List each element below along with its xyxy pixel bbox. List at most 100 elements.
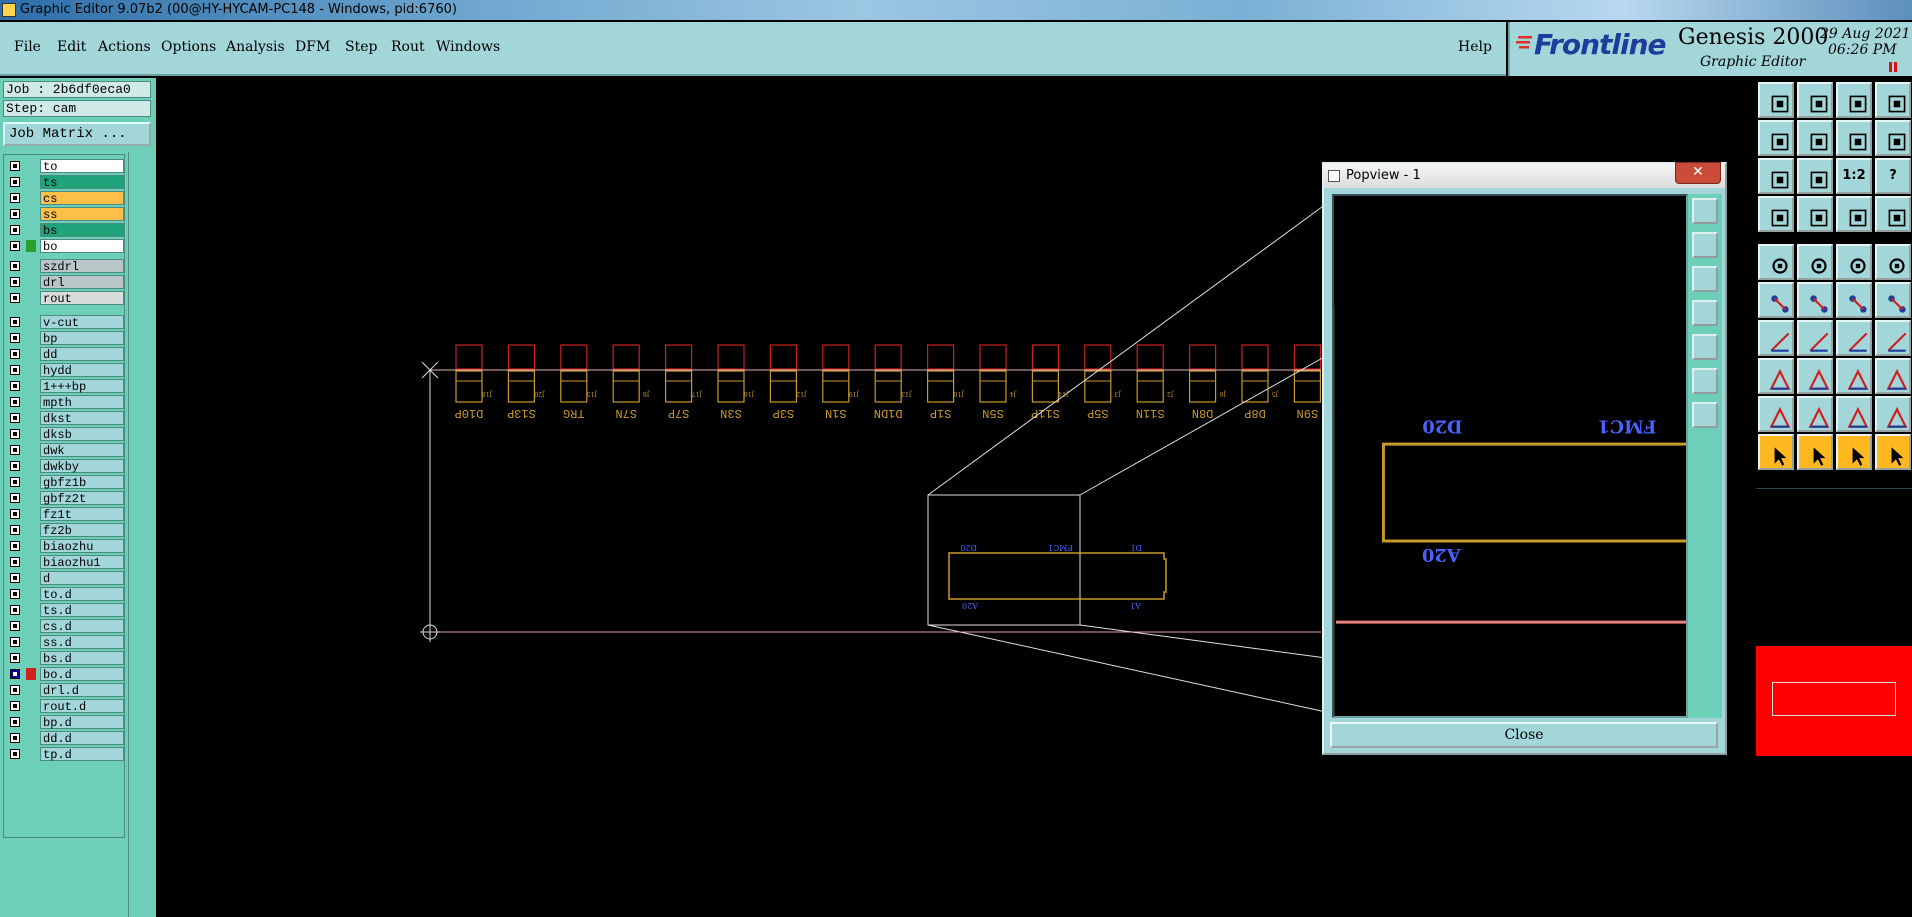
layer-name[interactable]: biaozhu: [40, 539, 124, 554]
delete-button[interactable]: [1797, 282, 1833, 318]
layer-name[interactable]: gbfz1b: [40, 475, 124, 490]
layer-row[interactable]: fz2b: [4, 522, 126, 538]
job-matrix-button[interactable]: Job Matrix ...: [3, 122, 151, 146]
layer-name[interactable]: dwkby: [40, 459, 124, 474]
layer-checkbox[interactable]: [10, 493, 20, 503]
menu-rout[interactable]: Rout: [391, 39, 425, 55]
popview-tool-button[interactable]: [1692, 402, 1718, 428]
layer-row[interactable]: mpth: [4, 394, 126, 410]
layer-name[interactable]: to.d: [40, 587, 124, 602]
layer-name[interactable]: bo.d: [40, 667, 124, 682]
layer-checkbox[interactable]: [10, 701, 20, 711]
popview-tool-button[interactable]: [1692, 232, 1718, 258]
layer-row[interactable]: bs: [4, 222, 126, 238]
line-draw-button[interactable]: [1797, 320, 1833, 356]
layer-row[interactable]: gbfz1b: [4, 474, 126, 490]
layer-checkbox[interactable]: [10, 637, 20, 647]
copy-button[interactable]: [1875, 358, 1911, 394]
layer-name[interactable]: hydd: [40, 363, 124, 378]
window-button[interactable]: [1875, 82, 1911, 118]
layer-row[interactable]: biaozhu1: [4, 554, 126, 570]
layer-row[interactable]: to.d: [4, 586, 126, 602]
zoom-center-button[interactable]: [1797, 158, 1833, 194]
layer-row[interactable]: bo.d: [4, 666, 126, 682]
triangle-a-button[interactable]: [1797, 396, 1833, 432]
layer-name[interactable]: drl: [40, 275, 124, 290]
angle-button[interactable]: [1758, 320, 1794, 356]
popview-tool-button[interactable]: [1692, 368, 1718, 394]
layer-name[interactable]: dkst: [40, 411, 124, 426]
transform-button[interactable]: [1758, 358, 1794, 394]
layer-name[interactable]: dd.d: [40, 731, 124, 746]
popview-canvas[interactable]: D20 FMC1 A20: [1332, 194, 1688, 718]
layer-row[interactable]: ts.d: [4, 602, 126, 618]
layer-checkbox[interactable]: [10, 429, 20, 439]
layer-checkbox[interactable]: [10, 381, 20, 391]
popview-tool-button[interactable]: [1692, 300, 1718, 326]
layer-checkbox[interactable]: [10, 177, 20, 187]
layer-row[interactable]: fz1t: [4, 506, 126, 522]
route-button[interactable]: [1797, 244, 1833, 280]
layer-name[interactable]: fz2b: [40, 523, 124, 538]
layer-row[interactable]: to: [4, 158, 126, 174]
layer-row[interactable]: v-cut: [4, 314, 126, 330]
add-point-button[interactable]: [1875, 282, 1911, 318]
undo-view-button[interactable]: [1836, 120, 1872, 156]
popview-tool-button[interactable]: [1692, 266, 1718, 292]
layer-row[interactable]: dd: [4, 346, 126, 362]
layer-row[interactable]: tp.d: [4, 746, 126, 762]
zoom-ratio-button[interactable]: 1:2: [1836, 158, 1872, 194]
layer-name[interactable]: ts.d: [40, 603, 124, 618]
layer-checkbox[interactable]: [10, 445, 20, 455]
layer-row[interactable]: dkst: [4, 410, 126, 426]
layer-checkbox[interactable]: [10, 349, 20, 359]
layer-row[interactable]: bs.d: [4, 650, 126, 666]
line-button[interactable]: [1797, 358, 1833, 394]
layer-row[interactable]: rout: [4, 290, 126, 306]
menu-step[interactable]: Step: [345, 39, 377, 55]
pointer-button[interactable]: [1758, 434, 1794, 470]
layer-checkbox[interactable]: [10, 589, 20, 599]
layer-checkbox[interactable]: [10, 685, 20, 695]
layer-name[interactable]: dd: [40, 347, 124, 362]
layer-row[interactable]: dwkby: [4, 458, 126, 474]
zoom-fit-button[interactable]: [1758, 158, 1794, 194]
layer-name[interactable]: rout: [40, 291, 124, 306]
ff-button[interactable]: [1875, 320, 1911, 356]
layer-name[interactable]: bp.d: [40, 715, 124, 730]
layer-checkbox[interactable]: [10, 541, 20, 551]
arc-button[interactable]: [1836, 320, 1872, 356]
layer-name[interactable]: to: [40, 159, 124, 174]
layer-checkbox[interactable]: [10, 653, 20, 663]
layer-checkbox[interactable]: [10, 225, 20, 235]
ruler-button[interactable]: [1836, 244, 1872, 280]
layer-checkbox[interactable]: [10, 573, 20, 583]
layer-name[interactable]: cs: [40, 191, 124, 206]
popview-tool-button[interactable]: [1692, 334, 1718, 360]
layer-checkbox[interactable]: [10, 669, 20, 679]
layer-checkbox[interactable]: [10, 241, 20, 251]
layer-row[interactable]: hydd: [4, 362, 126, 378]
menu-file[interactable]: File: [14, 39, 41, 55]
select-net-button[interactable]: [1836, 196, 1872, 232]
menu-help[interactable]: Help: [1458, 39, 1492, 55]
layer-row[interactable]: szdrl: [4, 258, 126, 274]
next-step-button[interactable]: [1797, 120, 1833, 156]
menu-options[interactable]: Options: [161, 39, 216, 55]
layer-name[interactable]: dksb: [40, 427, 124, 442]
layer-checkbox[interactable]: [10, 193, 20, 203]
dimension-button[interactable]: [1836, 358, 1872, 394]
layer-row[interactable]: drl: [4, 274, 126, 290]
layer-name[interactable]: tp.d: [40, 747, 124, 762]
layer-checkbox[interactable]: [10, 293, 20, 303]
layer-name[interactable]: v-cut: [40, 315, 124, 330]
layer-checkbox[interactable]: [10, 397, 20, 407]
layer-name[interactable]: bp: [40, 331, 124, 346]
layer-list-scrollbar[interactable]: [128, 152, 155, 917]
layer-name[interactable]: bs: [40, 223, 124, 238]
layer-name[interactable]: bo: [40, 239, 124, 254]
layer-row[interactable]: cs.d: [4, 618, 126, 634]
layer-name[interactable]: gbfz2t: [40, 491, 124, 506]
open-step-button[interactable]: [1758, 82, 1794, 118]
layer-checkbox[interactable]: [10, 317, 20, 327]
